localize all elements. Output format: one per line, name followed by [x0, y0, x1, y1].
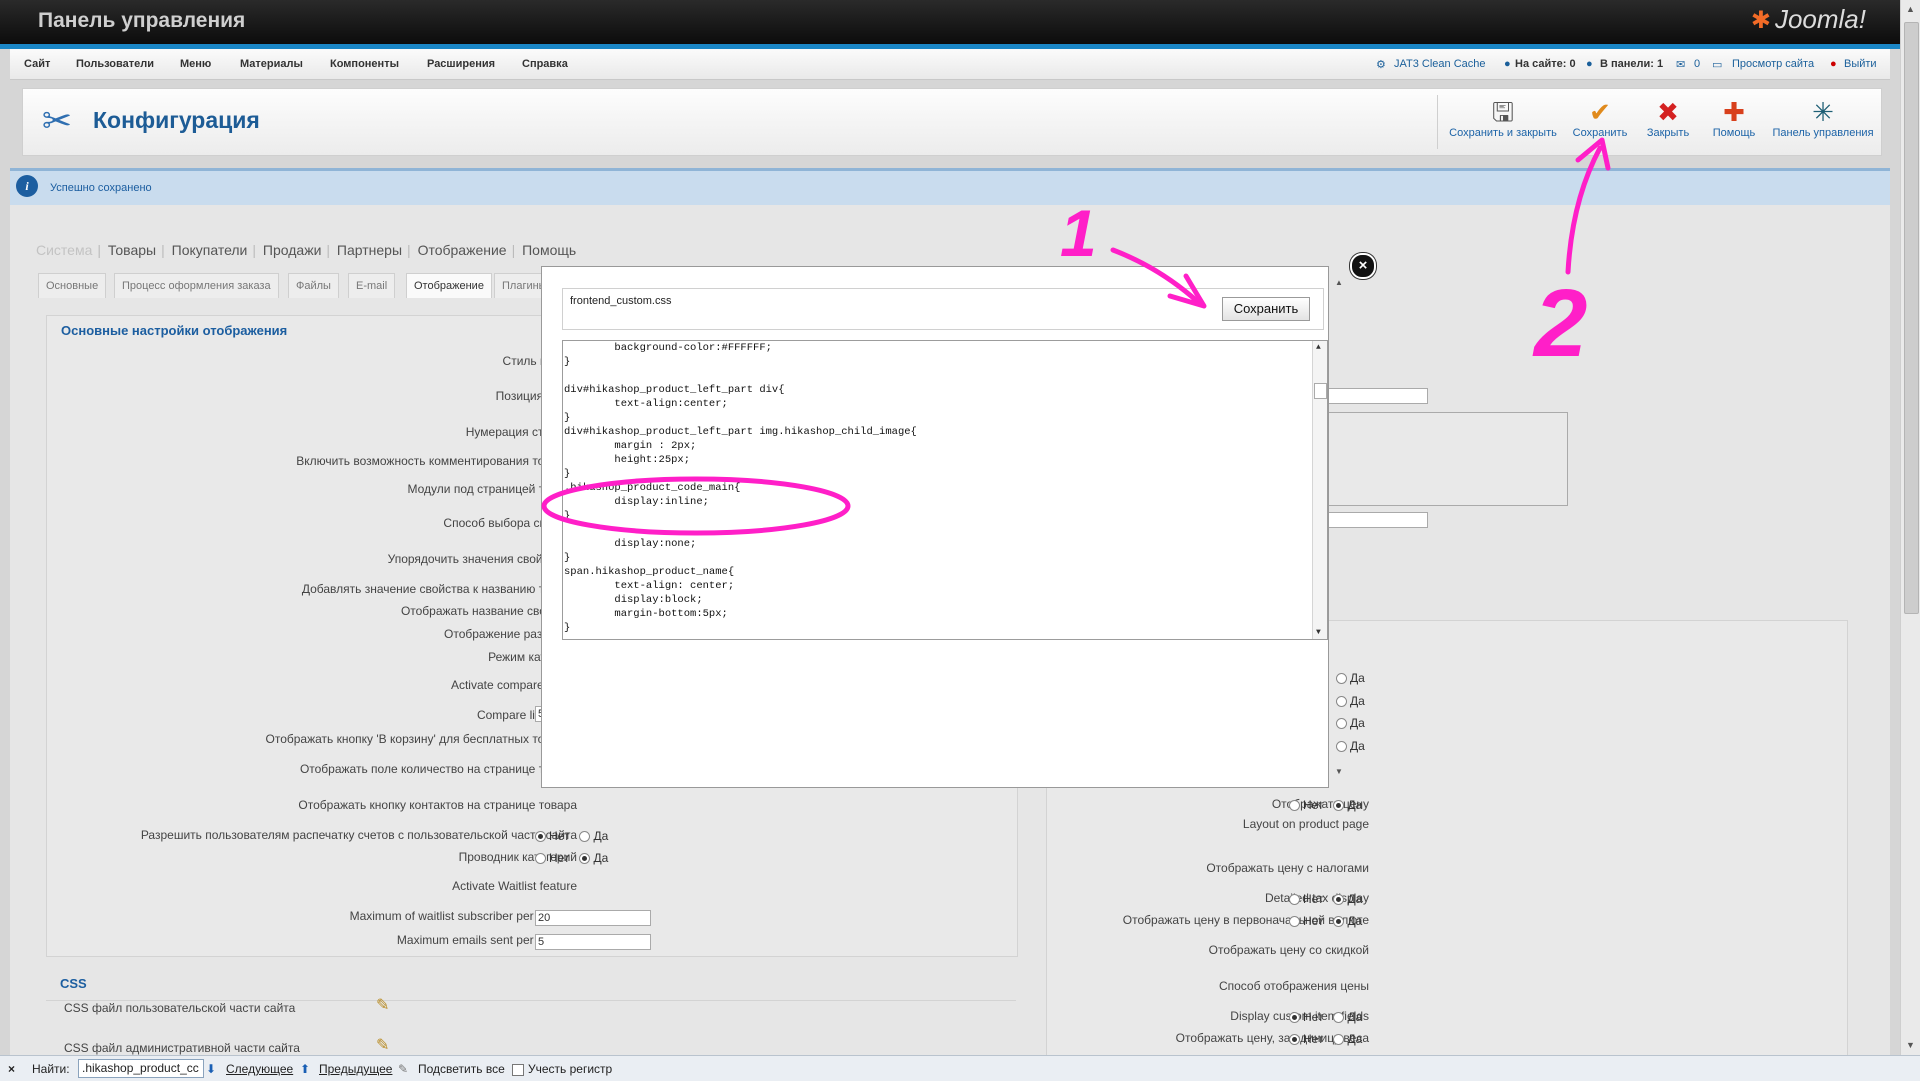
checkbox-box[interactable] — [512, 1063, 524, 1076]
highlight-all-button[interactable]: Подсветить все — [418, 1062, 505, 1076]
page-scrollbar[interactable]: ▲ ▼ — [1900, 0, 1920, 1055]
scroll-up-icon[interactable]: ▲ — [1906, 4, 1915, 14]
arrow-down-icon: ⬇ — [206, 1062, 217, 1076]
annotation-step-2: 2 — [1532, 270, 1587, 377]
highlight-icon: ✎ — [398, 1062, 409, 1076]
findbar-close-icon[interactable]: × — [8, 1062, 15, 1076]
find-prev-button[interactable]: Предыдущее — [319, 1062, 392, 1076]
find-next-button[interactable]: Следующее — [226, 1062, 293, 1076]
highlight-circle — [541, 476, 851, 536]
annotation-step-1: 1 — [1060, 196, 1097, 270]
page-scroll-thumb[interactable] — [1904, 22, 1919, 614]
scroll-down-icon[interactable]: ▼ — [1906, 1040, 1915, 1050]
match-case-label: Учесть регистр — [528, 1062, 613, 1076]
browser-find-bar: × Найти: .hikashop_product_cc ⬇ Следующе… — [0, 1055, 1920, 1081]
find-input[interactable]: .hikashop_product_cc — [78, 1059, 204, 1078]
annotation-overlay: 1 2 — [541, 137, 1611, 536]
arrow-up-icon: ⬆ — [300, 1062, 311, 1076]
arrow-to-save-2 — [1565, 145, 1603, 275]
match-case-checkbox[interactable]: Учесть регистр — [512, 1062, 612, 1076]
find-label: Найти: — [32, 1062, 70, 1076]
